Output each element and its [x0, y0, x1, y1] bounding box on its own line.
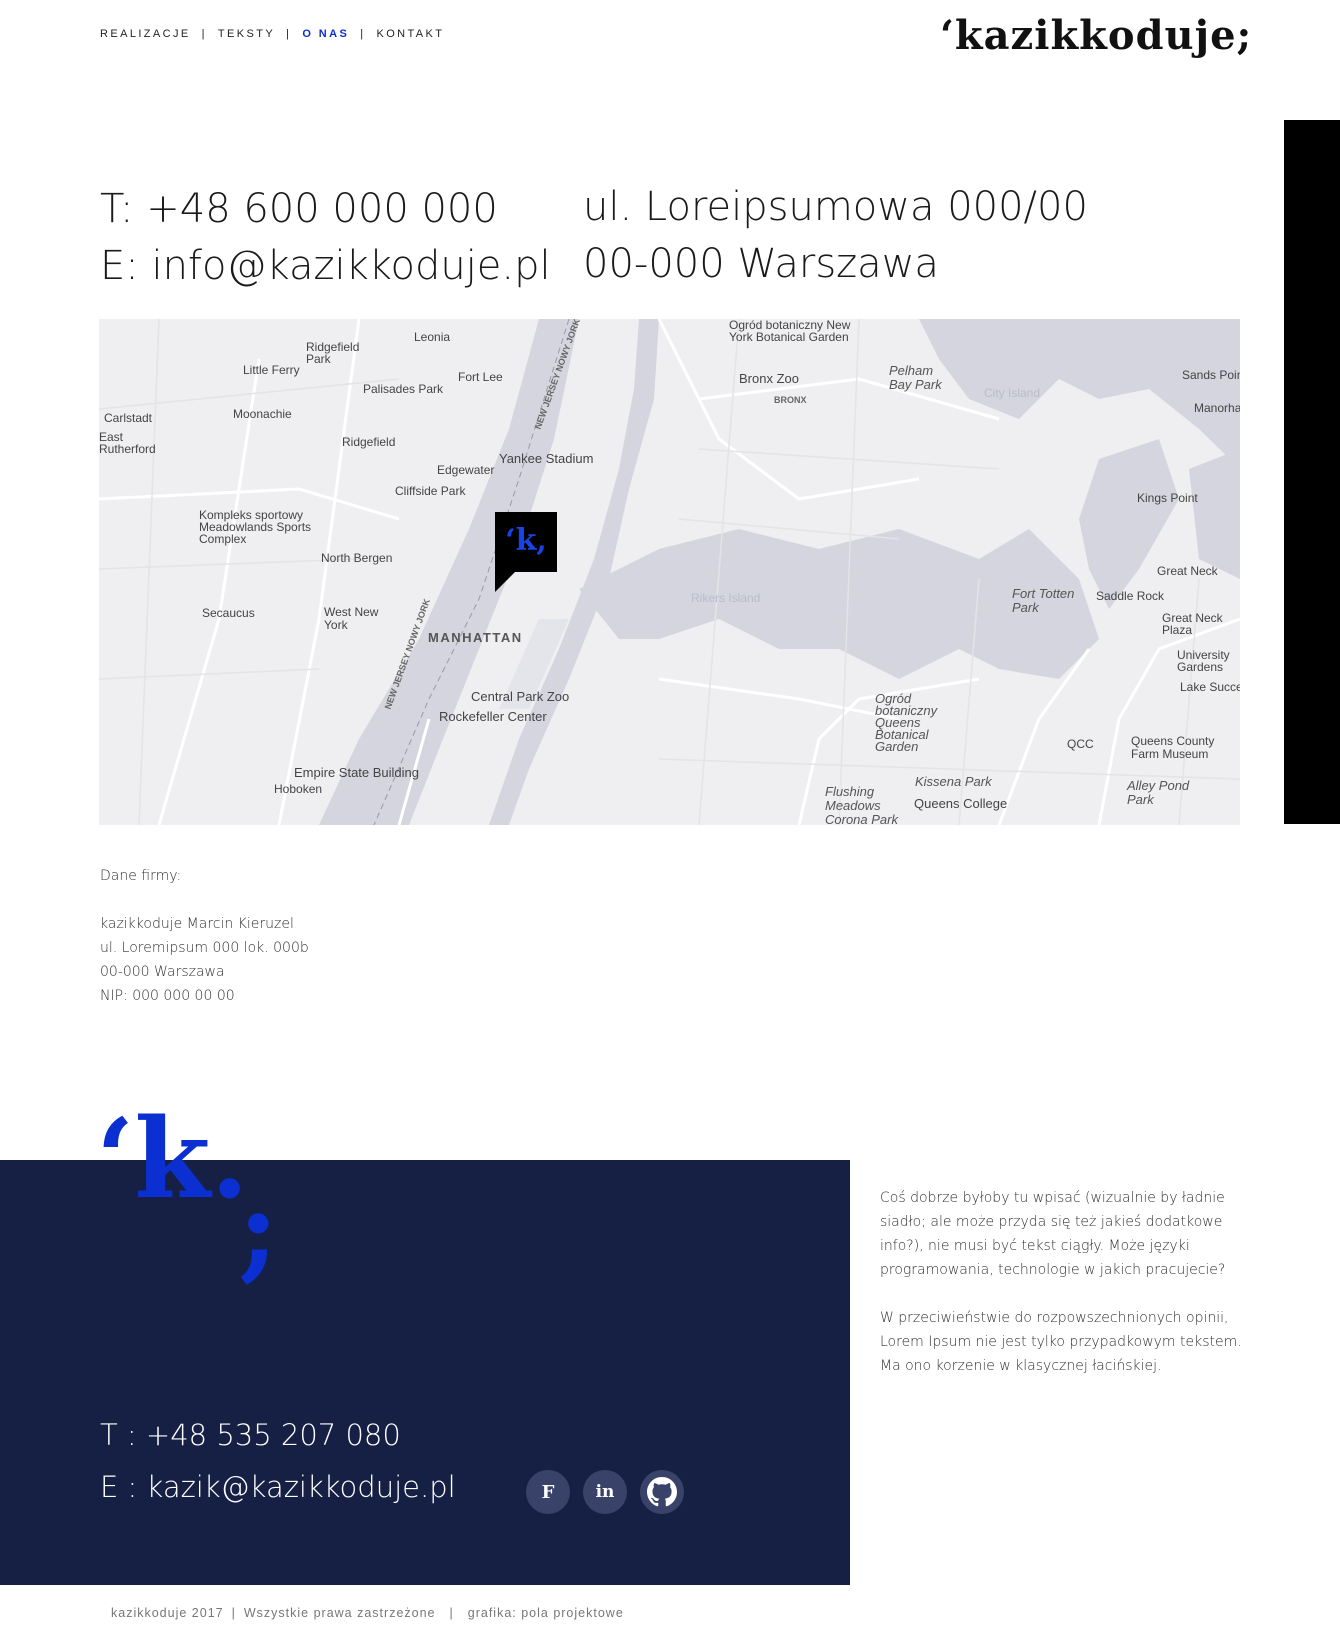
brand-logo[interactable]: ‘kazikkoduje; — [940, 12, 1252, 59]
map-label: Kissena Park — [915, 774, 992, 789]
map-label: Fort Totten Park — [1012, 586, 1075, 615]
map-label: Saddle Rock — [1096, 589, 1165, 603]
map-label: Kings Point — [1137, 491, 1198, 505]
about-paragraph: W przeciwieństwie do rozpowszechnionych … — [880, 1310, 1242, 1374]
map-label: Kompleks sportowy Meadowlands Sports Com… — [199, 508, 312, 546]
nav-item-kontakt[interactable]: KONTAKT — [376, 28, 444, 40]
map-label: Fort Lee — [458, 370, 503, 384]
map-label: Moonachie — [233, 407, 292, 421]
map-label: BRONX — [774, 395, 807, 405]
nav-separator: | — [360, 28, 366, 40]
company-line: kazikkoduje Marcin Kieruzel — [100, 916, 294, 932]
footer-logo-semicolon: ; — [238, 1164, 279, 1293]
map-label: Rikers Island — [691, 591, 761, 605]
map-label: Edgewater — [437, 463, 495, 477]
map-marker[interactable]: ‘k, — [495, 512, 557, 572]
map-label: Queens College — [914, 796, 1008, 811]
footer-panel — [0, 1160, 850, 1585]
github-icon[interactable] — [640, 1470, 684, 1514]
copyright-line: kazikkoduje 2017 | Wszystkie prawa zastrze… — [111, 1606, 624, 1620]
map-label: Leonia — [414, 330, 451, 344]
map-label: Ogród botaniczny Queens Botanical Garden — [875, 691, 938, 754]
map-label: Pelham Bay Park — [889, 363, 942, 392]
footer-about: Coś dobrze byłoby tu wpisać (wizualnie b… — [880, 1186, 1250, 1402]
map-label: University Gardens — [1177, 648, 1230, 674]
company-heading: Dane firmy: — [100, 868, 182, 884]
location-map[interactable]: Leonia Ridgefield Park Little Ferry Fort… — [99, 319, 1240, 825]
map-label: Ridgefield — [342, 435, 396, 449]
footer-logo-letter: ‘k. — [96, 1094, 249, 1223]
main-nav: REALIZACJE | TEKSTY | O NAS | KONTAKT — [100, 28, 444, 40]
map-label: Ogród botaniczny New York Botanical Gard… — [729, 319, 851, 344]
about-paragraph: Coś dobrze byłoby tu wpisać (wizualnie b… — [880, 1190, 1226, 1278]
map-marker-tail — [495, 572, 515, 592]
map-label: Great Neck Plaza — [1162, 611, 1223, 637]
map-label: City Island — [984, 386, 1041, 400]
map-label: Yankee Stadium — [499, 451, 594, 466]
map-label: Rockefeller Center — [439, 709, 547, 724]
nav-separator: | — [286, 28, 292, 40]
nav-separator: | — [201, 28, 207, 40]
linkedin-icon[interactable]: in — [583, 1470, 627, 1514]
map-label: Sands Point — [1182, 368, 1240, 382]
contact-city: 00-000 Warszawa — [583, 241, 939, 287]
map-label: MANHATTAN — [428, 630, 523, 645]
map-label: Secaucus — [202, 606, 255, 620]
footer-phone: T : +48 535 207 080 — [100, 1418, 401, 1452]
map-label: Little Ferry — [243, 363, 300, 377]
contact-street: ul. Loreipsumowa 000/00 — [583, 184, 1088, 230]
map-label: Queens County Farm Museum — [1131, 734, 1215, 761]
copyright-credits[interactable]: grafika: pola projektowe — [468, 1606, 624, 1620]
nav-item-o-nas[interactable]: O NAS — [302, 28, 349, 40]
map-label: Hoboken — [274, 782, 323, 796]
map-label: Central Park Zoo — [471, 689, 570, 704]
map-label: Alley Pond Park — [1127, 778, 1190, 807]
copyright-rights: Wszystkie prawa zastrzeżone — [243, 1606, 436, 1620]
map-label: Ridgefield Park — [306, 340, 360, 366]
map-label: Carlstadt — [104, 411, 153, 425]
copyright-text: kazikkoduje 2017 — [111, 1606, 224, 1620]
map-label: Flushing Meadows Corona Park — [825, 784, 898, 826]
facebook-icon[interactable]: F — [526, 1470, 570, 1514]
map-label: Cliffside Park — [395, 484, 466, 498]
map-label: Empire State Building — [294, 765, 420, 780]
footer-email[interactable]: E : kazik@kazikkoduje.pl — [100, 1470, 456, 1504]
map-label: Great Neck — [1157, 564, 1218, 578]
company-line: 00-000 Warszawa — [100, 964, 225, 980]
company-line: ul. Loremipsum 000 lok. 000b — [100, 940, 309, 956]
map-label: Manorhaven — [1194, 401, 1240, 415]
map-label: QCC — [1067, 737, 1094, 751]
map-label: Palisades Park — [363, 382, 444, 396]
map-label: North Bergen — [321, 551, 393, 565]
company-details: Dane firmy: kazikkoduje Marcin Kieruzel … — [100, 864, 309, 1008]
contact-email[interactable]: E: info@kazikkoduje.pl — [100, 243, 551, 289]
side-accent-bar — [1284, 120, 1340, 824]
map-label: East Rutherford — [99, 430, 156, 456]
map-label: Lake Success — [1180, 680, 1240, 694]
nav-item-teksty[interactable]: TEKSTY — [218, 28, 275, 40]
company-line: NIP: 000 000 00 00 — [100, 988, 235, 1004]
map-label: Bronx Zoo — [739, 371, 799, 386]
contact-phone: T: +48 600 000 000 — [100, 186, 498, 232]
map-label: West New York — [324, 605, 379, 632]
nav-item-realizacje[interactable]: REALIZACJE — [100, 28, 191, 40]
footer-logo: ‘k. ; — [96, 1104, 279, 1284]
